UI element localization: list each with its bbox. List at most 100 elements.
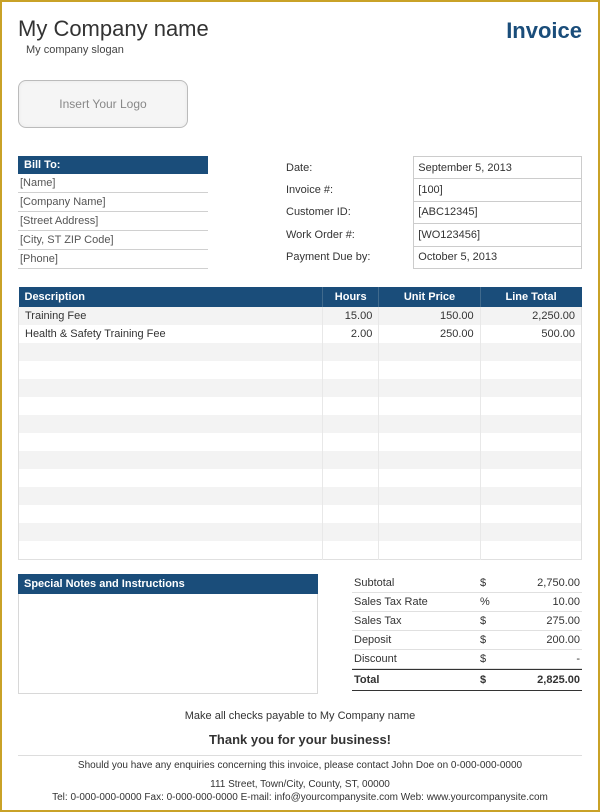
table-row[interactable]: Health & Safety Training Fee2.00250.0050… bbox=[19, 325, 582, 343]
cell-hours[interactable]: 15.00 bbox=[323, 307, 379, 325]
cell-description[interactable] bbox=[19, 433, 323, 451]
company-slogan: My company slogan bbox=[26, 44, 582, 56]
cell-hours[interactable] bbox=[323, 451, 379, 469]
cell-hours[interactable] bbox=[323, 433, 379, 451]
cell-line-total[interactable] bbox=[480, 343, 581, 361]
meta-label-date: Date: bbox=[282, 157, 414, 179]
cell-line-total[interactable] bbox=[480, 397, 581, 415]
cell-unit-price[interactable] bbox=[379, 361, 480, 379]
cell-line-total[interactable] bbox=[480, 523, 581, 541]
cell-hours[interactable] bbox=[323, 541, 379, 559]
cell-unit-price[interactable]: 150.00 bbox=[379, 307, 480, 325]
table-row[interactable] bbox=[19, 343, 582, 361]
grand-total-value: 2,825.00 bbox=[500, 674, 580, 686]
logo-placeholder[interactable]: Insert Your Logo bbox=[18, 80, 188, 128]
meta-value-date[interactable]: September 5, 2013 bbox=[414, 157, 582, 179]
cell-description[interactable] bbox=[19, 343, 323, 361]
cell-line-total[interactable] bbox=[480, 415, 581, 433]
cell-hours[interactable] bbox=[323, 523, 379, 541]
cell-hours[interactable] bbox=[323, 343, 379, 361]
cell-line-total[interactable] bbox=[480, 469, 581, 487]
contact-address: 111 Street, Town/City, County, ST, 00000 bbox=[18, 779, 582, 790]
cell-line-total[interactable]: 500.00 bbox=[480, 325, 581, 343]
cell-unit-price[interactable] bbox=[379, 523, 480, 541]
cell-description[interactable] bbox=[19, 541, 323, 559]
meta-value-due[interactable]: October 5, 2013 bbox=[414, 246, 582, 268]
totals-symbol: $ bbox=[480, 615, 500, 627]
meta-label-due: Payment Due by: bbox=[282, 246, 414, 268]
totals-symbol: % bbox=[480, 596, 500, 608]
cell-description[interactable] bbox=[19, 505, 323, 523]
cell-line-total[interactable] bbox=[480, 433, 581, 451]
notes-body[interactable] bbox=[18, 594, 318, 694]
meta-section: Bill To: [Name] [Company Name] [Street A… bbox=[18, 156, 582, 269]
cell-hours[interactable] bbox=[323, 415, 379, 433]
cell-description[interactable]: Training Fee bbox=[19, 307, 323, 325]
table-row[interactable] bbox=[19, 523, 582, 541]
table-row[interactable] bbox=[19, 433, 582, 451]
totals-block: Subtotal$2,750.00Sales Tax Rate%10.00Sal… bbox=[352, 574, 582, 694]
totals-row: Sales Tax$275.00 bbox=[352, 612, 582, 631]
cell-description[interactable]: Health & Safety Training Fee bbox=[19, 325, 323, 343]
cell-unit-price[interactable]: 250.00 bbox=[379, 325, 480, 343]
meta-value-workorder[interactable]: [WO123456] bbox=[414, 224, 582, 246]
bill-to-street[interactable]: [Street Address] bbox=[18, 212, 208, 231]
cell-line-total[interactable] bbox=[480, 487, 581, 505]
totals-value: 10.00 bbox=[500, 596, 580, 608]
cell-description[interactable] bbox=[19, 523, 323, 541]
totals-row: Discount$- bbox=[352, 650, 582, 669]
meta-value-invoice[interactable]: [100] bbox=[414, 179, 582, 201]
logo-placeholder-text: Insert Your Logo bbox=[59, 97, 146, 111]
table-row[interactable] bbox=[19, 415, 582, 433]
cell-unit-price[interactable] bbox=[379, 451, 480, 469]
cell-description[interactable] bbox=[19, 361, 323, 379]
cell-unit-price[interactable] bbox=[379, 433, 480, 451]
cell-description[interactable] bbox=[19, 487, 323, 505]
cell-unit-price[interactable] bbox=[379, 541, 480, 559]
cell-unit-price[interactable] bbox=[379, 505, 480, 523]
cell-unit-price[interactable] bbox=[379, 397, 480, 415]
cell-description[interactable] bbox=[19, 451, 323, 469]
cell-line-total[interactable] bbox=[480, 361, 581, 379]
cell-description[interactable] bbox=[19, 397, 323, 415]
cell-description[interactable] bbox=[19, 469, 323, 487]
table-row[interactable] bbox=[19, 541, 582, 559]
cell-hours[interactable] bbox=[323, 469, 379, 487]
table-row[interactable] bbox=[19, 361, 582, 379]
table-row[interactable] bbox=[19, 379, 582, 397]
cell-line-total[interactable] bbox=[480, 505, 581, 523]
bill-to-block: Bill To: [Name] [Company Name] [Street A… bbox=[18, 156, 208, 269]
totals-row: Deposit$200.00 bbox=[352, 631, 582, 650]
cell-hours[interactable] bbox=[323, 487, 379, 505]
bill-to-phone[interactable]: [Phone] bbox=[18, 250, 208, 269]
bill-to-company[interactable]: [Company Name] bbox=[18, 193, 208, 212]
cell-line-total[interactable]: 2,250.00 bbox=[480, 307, 581, 325]
cell-unit-price[interactable] bbox=[379, 415, 480, 433]
cell-unit-price[interactable] bbox=[379, 343, 480, 361]
bill-to-city[interactable]: [City, ST ZIP Code] bbox=[18, 231, 208, 250]
cell-description[interactable] bbox=[19, 415, 323, 433]
cell-unit-price[interactable] bbox=[379, 379, 480, 397]
table-row[interactable] bbox=[19, 397, 582, 415]
totals-value: 200.00 bbox=[500, 634, 580, 646]
table-row[interactable] bbox=[19, 487, 582, 505]
table-row[interactable] bbox=[19, 469, 582, 487]
table-row[interactable] bbox=[19, 451, 582, 469]
cell-hours[interactable] bbox=[323, 379, 379, 397]
cell-line-total[interactable] bbox=[480, 451, 581, 469]
meta-value-customer[interactable]: [ABC12345] bbox=[414, 201, 582, 223]
cell-hours[interactable] bbox=[323, 361, 379, 379]
bill-to-name[interactable]: [Name] bbox=[18, 174, 208, 193]
cell-hours[interactable] bbox=[323, 397, 379, 415]
cell-unit-price[interactable] bbox=[379, 469, 480, 487]
cell-description[interactable] bbox=[19, 379, 323, 397]
cell-unit-price[interactable] bbox=[379, 487, 480, 505]
contact-details: Tel: 0-000-000-0000 Fax: 0-000-000-0000 … bbox=[18, 792, 582, 803]
totals-value: 275.00 bbox=[500, 615, 580, 627]
cell-line-total[interactable] bbox=[480, 541, 581, 559]
cell-line-total[interactable] bbox=[480, 379, 581, 397]
cell-hours[interactable] bbox=[323, 505, 379, 523]
cell-hours[interactable]: 2.00 bbox=[323, 325, 379, 343]
table-row[interactable]: Training Fee15.00150.002,250.00 bbox=[19, 307, 582, 325]
table-row[interactable] bbox=[19, 505, 582, 523]
